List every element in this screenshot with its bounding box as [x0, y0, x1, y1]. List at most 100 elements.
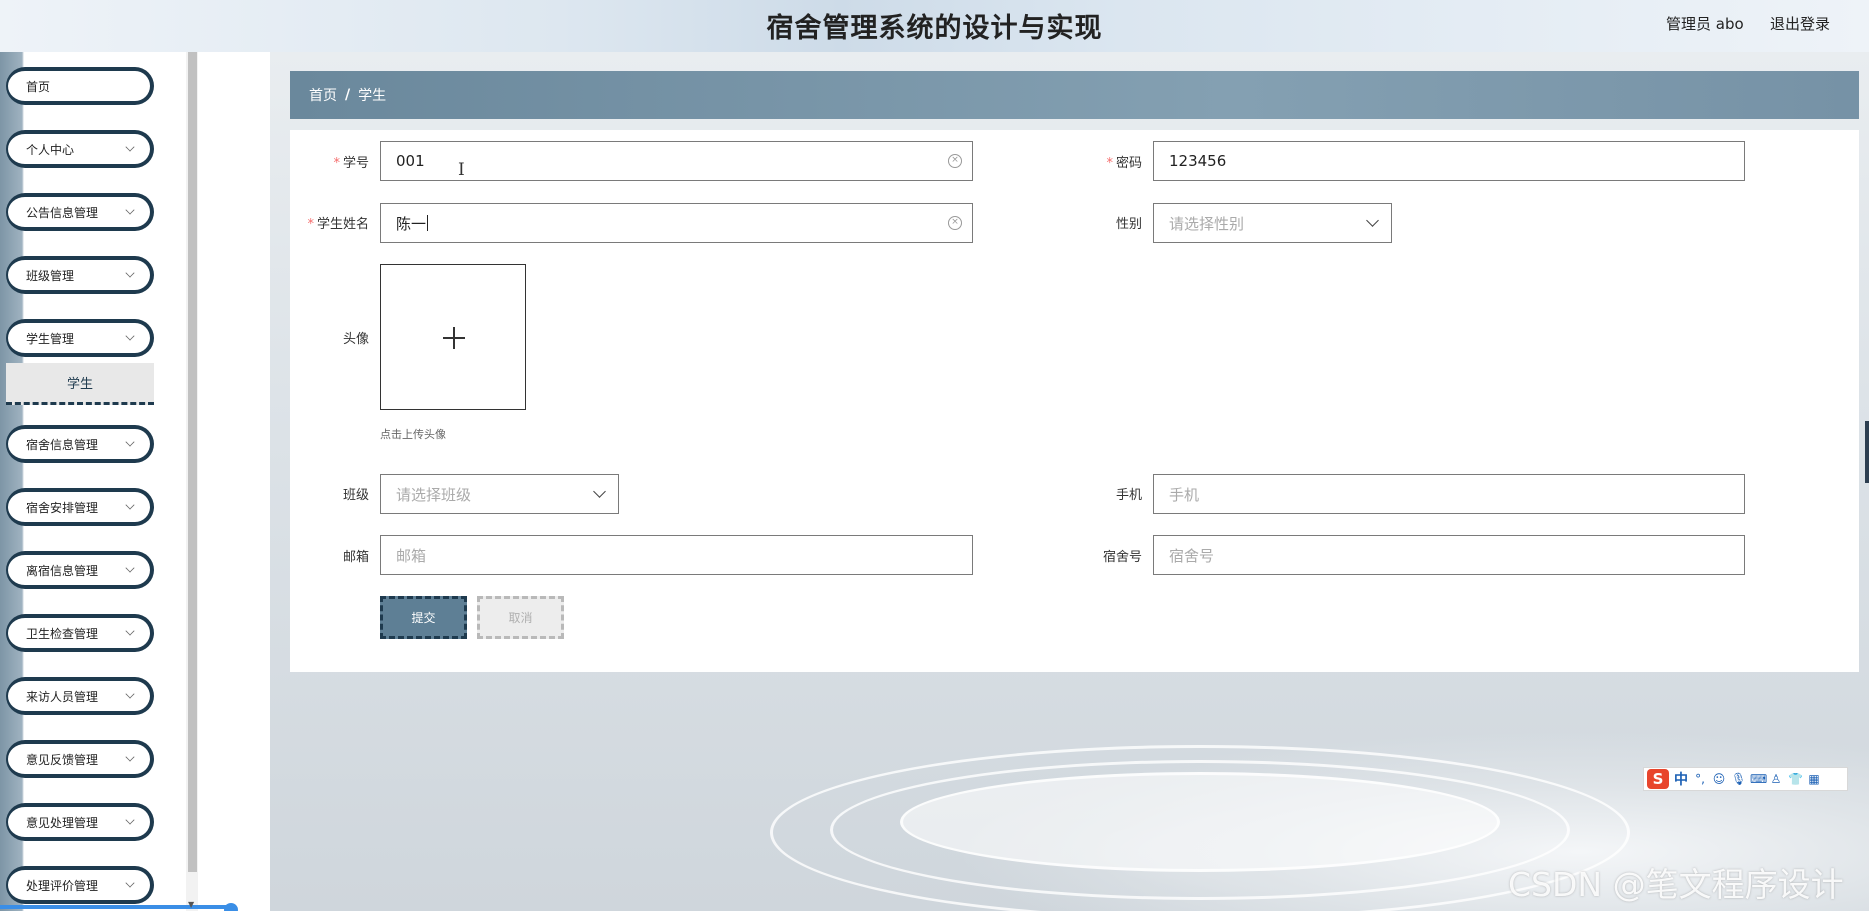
avatar-label: 头像 — [342, 332, 369, 347]
dorm-no-label: 宿舍号 — [1102, 550, 1142, 565]
password-value: 123456 — [1169, 152, 1227, 170]
sidebar-item-label: 宿舍信息管理 — [26, 437, 99, 452]
ime-mode-toggle[interactable]: 中 — [1674, 769, 1688, 789]
breadcrumb-home[interactable]: 首页 — [309, 85, 337, 105]
sidebar-item-label: 班级管理 — [26, 268, 75, 283]
sidebar-item-processing-evaluation[interactable]: 处理评价管理 — [6, 866, 154, 904]
password-input[interactable]: 123456 — [1153, 141, 1745, 181]
scroll-handle[interactable] — [224, 903, 238, 911]
ime-toolbar: S 中 °, ☺ 🎙 ⌨ ♙ 👕 ▦ — [1643, 767, 1848, 791]
sidebar-item-personal-center[interactable]: 个人中心 — [6, 130, 154, 168]
sidebar-item-label: 来访人员管理 — [26, 689, 99, 704]
password-label: * 密码 — [1052, 152, 1142, 171]
sidebar-item-dorm-info[interactable]: 宿舍信息管理 — [6, 425, 154, 463]
sidebar-item-feedback[interactable]: 意见反馈管理 — [6, 740, 154, 778]
mouse-ibeam-cursor-icon: I — [458, 160, 465, 180]
email-input[interactable]: 邮箱 — [380, 535, 973, 575]
user-settings-icon[interactable]: ♙ — [1769, 772, 1783, 786]
emoji-icon[interactable]: ☺ — [1712, 772, 1726, 786]
sidebar-item-visitors[interactable]: 来访人员管理 — [6, 677, 154, 715]
chevron-down-icon — [125, 500, 135, 510]
logout-link[interactable]: 退出登录 — [1770, 13, 1830, 34]
skin-shirt-icon[interactable]: 👕 — [1788, 772, 1803, 786]
sidebar-item-dorm-arrangement[interactable]: 宿舍安排管理 — [6, 488, 154, 526]
student-no-input[interactable]: 001 × — [380, 141, 973, 181]
sidebar-item-label: 卫生检查管理 — [26, 626, 99, 641]
sidebar-item-feedback-processing[interactable]: 意见处理管理 — [6, 803, 154, 841]
scroll-down-arrow-icon[interactable]: ▼ — [188, 900, 194, 909]
gender-label: 性别 — [1115, 217, 1142, 232]
sidebar-item-notice-management[interactable]: 公告信息管理 — [6, 193, 154, 231]
horizontal-scroll-indicator — [0, 905, 232, 909]
class-select[interactable]: 请选择班级 — [380, 474, 619, 514]
text-caret — [427, 215, 429, 231]
class-label: 班级 — [342, 488, 369, 503]
password-label-text: 密码 — [1115, 156, 1142, 171]
chevron-down-icon — [125, 268, 135, 278]
avatar-upload-tip: 点击上传头像 — [380, 428, 446, 441]
breadcrumb-separator: / — [345, 87, 351, 103]
microphone-icon[interactable]: 🎙 — [1731, 772, 1746, 786]
student-no-value: 001 — [396, 152, 425, 170]
sidebar-item-label: 学生管理 — [26, 331, 75, 346]
submit-button[interactable]: 提交 — [380, 596, 467, 639]
dorm-no-input[interactable]: 宿舍号 — [1153, 535, 1745, 575]
student-no-label-text: 学号 — [342, 156, 369, 171]
student-name-label: * 学生姓名 — [279, 213, 369, 232]
email-placeholder: 邮箱 — [396, 546, 427, 565]
student-name-input[interactable]: 陈一 × — [380, 203, 973, 243]
sidebar-subitem-student[interactable]: 学生 — [6, 363, 154, 405]
toolbox-grid-icon[interactable]: ▦ — [1807, 772, 1821, 786]
chevron-down-icon — [125, 437, 135, 447]
stage-ring-inner — [900, 772, 1500, 872]
clear-icon[interactable]: × — [948, 154, 962, 168]
sidebar — [0, 52, 186, 911]
sidebar-item-label: 意见反馈管理 — [26, 752, 99, 767]
chevron-down-icon — [125, 815, 135, 825]
sidebar-item-student-management[interactable]: 学生管理 — [6, 319, 154, 357]
phone-label: 手机 — [1115, 488, 1142, 503]
sidebar-item-label: 处理评价管理 — [26, 878, 99, 893]
dorm-no-placeholder: 宿舍号 — [1169, 546, 1215, 565]
sidebar-item-label: 个人中心 — [26, 142, 75, 157]
current-user: 管理员 abo — [1666, 15, 1744, 33]
chevron-down-icon — [125, 752, 135, 762]
csdn-watermark: CSDN @笔文程序设计 — [1508, 865, 1844, 904]
page-scrollbar-thumb[interactable] — [1865, 421, 1869, 483]
required-mark: * — [307, 217, 314, 232]
breadcrumb: 首页 / 学生 — [290, 71, 1859, 119]
sidebar-item-class-management[interactable]: 班级管理 — [6, 256, 154, 294]
app-title: 宿舍管理系统的设计与实现 — [766, 13, 1103, 44]
sidebar-item-hygiene-check[interactable]: 卫生检查管理 — [6, 614, 154, 652]
chevron-down-icon — [125, 878, 135, 888]
sidebar-item-label: 宿舍安排管理 — [26, 500, 99, 515]
avatar-upload-button[interactable] — [380, 264, 526, 410]
clear-icon[interactable]: × — [948, 216, 962, 230]
chevron-down-icon — [125, 626, 135, 636]
email-label: 邮箱 — [342, 550, 369, 565]
chevron-down-icon — [1366, 214, 1379, 227]
chevron-down-icon — [593, 485, 606, 498]
gender-placeholder: 请选择性别 — [1169, 214, 1245, 233]
chevron-down-icon — [125, 689, 135, 699]
sogou-logo-icon[interactable]: S — [1647, 769, 1669, 789]
top-header: 宿舍管理系统的设计与实现 管理员 abo 退出登录 — [0, 0, 1869, 52]
breadcrumb-current: 学生 — [358, 88, 387, 104]
student-name-value: 陈一 — [396, 214, 427, 233]
required-mark: * — [333, 156, 340, 171]
sidebar-spacer — [198, 52, 270, 911]
punctuation-toggle[interactable]: °, — [1693, 772, 1707, 786]
student-no-label: * 学号 — [279, 152, 369, 171]
chevron-down-icon — [125, 563, 135, 573]
phone-input[interactable]: 手机 — [1153, 474, 1745, 514]
gender-select[interactable]: 请选择性别 — [1153, 203, 1392, 243]
keyboard-icon[interactable]: ⌨ — [1750, 772, 1767, 786]
chevron-down-icon — [125, 331, 135, 341]
sidebar-item-leave-dorm[interactable]: 离宿信息管理 — [6, 551, 154, 589]
phone-placeholder: 手机 — [1169, 485, 1200, 504]
cancel-button[interactable]: 取消 — [477, 596, 564, 639]
sidebar-scrollbar-thumb[interactable] — [188, 52, 197, 872]
sidebar-item-home[interactable]: 首页 — [6, 67, 154, 105]
sidebar-item-label: 意见处理管理 — [26, 815, 99, 830]
required-mark: * — [1106, 156, 1113, 171]
